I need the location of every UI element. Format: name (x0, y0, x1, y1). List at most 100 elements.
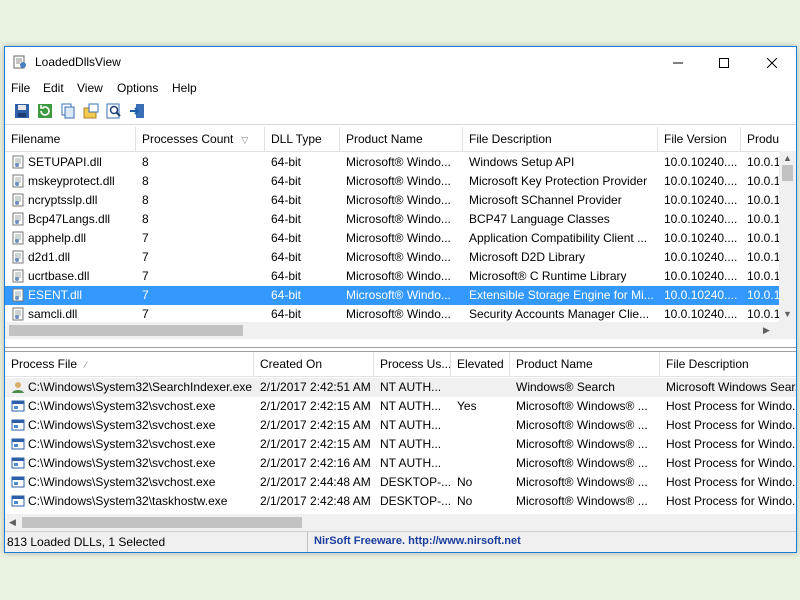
processes-count-cell: 8 (142, 212, 149, 226)
created-on-cell: 2/1/2017 2:42:15 AM (260, 399, 371, 413)
product-version-cell: 10.0.1( (747, 193, 779, 207)
column-elevated[interactable]: Elevated (451, 352, 510, 376)
column-process-file[interactable]: Process File ⁄ (5, 352, 254, 376)
product-name-cell: Windows® Search (516, 380, 615, 394)
menu-view[interactable]: View (77, 81, 103, 95)
process-user-cell: NT AUTH... (380, 418, 442, 432)
process-user-cell: NT AUTH... (380, 437, 442, 451)
table-row[interactable]: C:\Windows\System32\SearchIndexer.exe 2/1… (5, 378, 796, 397)
title-bar[interactable]: LoadedDllsView (5, 47, 796, 78)
dll-list-pane: Filename Processes Count ▽ DLL Type Produ… (5, 127, 796, 348)
table-row[interactable]: C:\Windows\System32\svchost.exe 2/1/2017 … (5, 435, 796, 454)
exit-icon[interactable] (128, 102, 146, 120)
processes-count-cell: 7 (142, 250, 149, 264)
process-file-cell: C:\Windows\System32\taskhostw.exe (28, 494, 228, 508)
column-file-description[interactable]: File Description (660, 352, 796, 376)
created-on-cell: 2/1/2017 2:42:48 AM (260, 494, 371, 508)
table-row[interactable]: Bcp47Langs.dll 8 64-bit Microsoft® Windo...… (5, 210, 796, 229)
table-row[interactable]: mskeyprotect.dll 8 64-bit Microsoft® Windo.… (5, 172, 796, 191)
process-horizontal-scrollbar[interactable]: ◀ (5, 514, 796, 531)
process-user-cell: NT AUTH... (380, 399, 442, 413)
menu-help[interactable]: Help (172, 81, 197, 95)
file-description-cell: Host Process for Windo... (666, 456, 796, 470)
scroll-down-icon[interactable]: ▼ (783, 309, 792, 319)
process-hscroll-thumb[interactable] (22, 517, 302, 528)
product-name-cell: Microsoft® Windows® ... (516, 456, 648, 470)
close-button[interactable] (749, 47, 795, 78)
column-file-description[interactable]: File Description (463, 127, 658, 151)
nirsoft-link[interactable]: NirSoft Freeware. http://www.nirsoft.net (314, 535, 521, 547)
file-description-cell: Microsoft SChannel Provider (469, 193, 622, 207)
menu-bar: File Edit View Options Help (5, 78, 796, 98)
menu-options[interactable]: Options (117, 81, 158, 95)
dll-table-header: Filename Processes Count ▽ DLL Type Produ… (5, 127, 796, 152)
table-row[interactable]: ucrtbase.dll 7 64-bit Microsoft® Windo... Mi… (5, 267, 796, 286)
process-list-pane: Process File ⁄ Created On Process Us... E… (5, 351, 796, 532)
dll-file-icon (12, 212, 24, 226)
file-version-cell: 10.0.10240.... (664, 212, 738, 226)
close-icon (767, 57, 777, 68)
copy-icon[interactable] (59, 102, 77, 120)
column-product-name[interactable]: Product Name (510, 352, 660, 376)
table-row[interactable]: C:\Windows\System32\taskhostw.exe 2/1/201… (5, 492, 796, 511)
elevated-cell: No (457, 494, 473, 508)
column-dll-type[interactable]: DLL Type (265, 127, 340, 151)
filename-cell: ucrtbase.dll (28, 269, 90, 283)
dll-hscroll-thumb[interactable] (9, 325, 243, 336)
file-description-cell: BCP47 Language Classes (469, 212, 610, 226)
save-icon[interactable] (13, 102, 31, 120)
process-user-cell: DESKTOP-... (380, 494, 450, 508)
dll-vscroll-thumb[interactable] (782, 165, 793, 181)
find-icon[interactable] (105, 102, 123, 120)
table-row[interactable]: ncryptsslp.dll 8 64-bit Microsoft® Windo...… (5, 191, 796, 210)
file-description-cell: Microsoft Key Protection Provider (469, 174, 648, 188)
table-row[interactable]: apphelp.dll 7 64-bit Microsoft® Windo... App… (5, 229, 796, 248)
column-filename[interactable]: Filename (5, 127, 136, 151)
maximize-button[interactable] (701, 47, 747, 78)
column-processes-count[interactable]: Processes Count ▽ (136, 127, 265, 151)
dll-horizontal-scrollbar[interactable]: ▶ (5, 322, 779, 339)
table-row[interactable]: C:\Windows\System32\svchost.exe 2/1/2017 … (5, 454, 796, 473)
product-name-cell: Microsoft® Windows® ... (516, 418, 648, 432)
column-process-user[interactable]: Process Us... (374, 352, 451, 376)
process-file-cell: C:\Windows\System32\svchost.exe (28, 418, 216, 432)
column-product-version[interactable]: Produ (741, 127, 779, 151)
dll-type-cell: 64-bit (271, 174, 302, 188)
table-row[interactable]: C:\Windows\System32\svchost.exe 2/1/2017 … (5, 416, 796, 435)
menu-file[interactable]: File (11, 81, 30, 95)
column-product-name[interactable]: Product Name (340, 127, 463, 151)
dll-type-cell: 64-bit (271, 250, 302, 264)
file-description-cell: Application Compatibility Client ... (469, 231, 648, 245)
dll-file-icon (12, 307, 24, 321)
file-description-cell: Host Process for Windo... (666, 475, 796, 489)
dll-type-cell: 64-bit (271, 231, 302, 245)
minimize-button[interactable] (655, 47, 701, 78)
scroll-right-icon[interactable]: ▶ (763, 325, 770, 336)
elevated-cell: Yes (457, 399, 477, 413)
dll-vertical-scrollbar[interactable]: ▲ ▼ (779, 151, 796, 322)
process-window-icon (11, 476, 25, 488)
dll-file-icon (12, 193, 24, 207)
file-description-cell: Host Process for Windo... (666, 418, 796, 432)
product-name-cell: Microsoft® Windo... (346, 269, 451, 283)
file-description-cell: Host Process for Windo... (666, 437, 796, 451)
column-file-version[interactable]: File Version (658, 127, 741, 151)
menu-edit[interactable]: Edit (43, 81, 64, 95)
product-version-cell: 10.0.1( (747, 288, 779, 302)
file-version-cell: 10.0.10240.... (664, 231, 738, 245)
dll-file-icon (12, 155, 24, 169)
table-row[interactable]: C:\Windows\System32\svchost.exe 2/1/2017 … (5, 397, 796, 416)
column-created-on[interactable]: Created On (254, 352, 374, 376)
file-description-cell: Microsoft D2D Library (469, 250, 586, 264)
refresh-icon[interactable] (36, 102, 54, 120)
scroll-left-icon[interactable]: ◀ (9, 517, 16, 528)
app-window: LoadedDllsView File Edit View Options He… (4, 46, 797, 553)
table-row[interactable]: SETUPAPI.dll 8 64-bit Microsoft® Windo... Wi… (5, 153, 796, 172)
table-row[interactable]: ESENT.dll 7 64-bit Microsoft® Windo... Exten… (5, 286, 796, 305)
table-row[interactable]: C:\Windows\System32\svchost.exe 2/1/2017 … (5, 473, 796, 492)
toolbar (5, 98, 796, 125)
scroll-up-icon[interactable]: ▲ (783, 153, 792, 163)
table-row[interactable]: d2d1.dll 7 64-bit Microsoft® Windo... Micros… (5, 248, 796, 267)
properties-icon[interactable] (82, 102, 100, 120)
dll-file-icon (12, 174, 24, 188)
